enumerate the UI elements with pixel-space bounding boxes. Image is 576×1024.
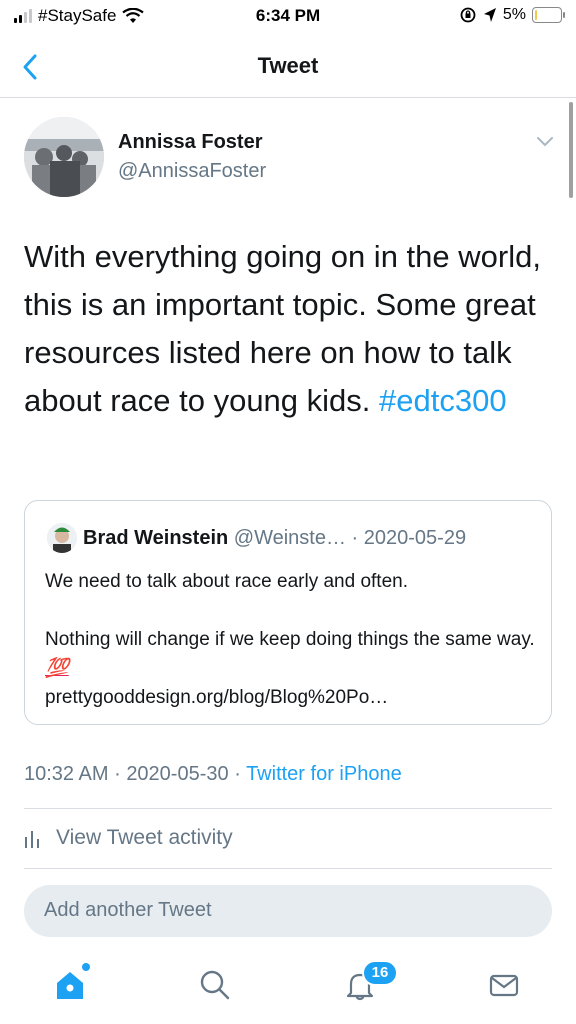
orientation-lock-icon <box>460 7 476 23</box>
quoted-avatar-photo <box>47 523 77 553</box>
battery-icon <box>532 7 565 23</box>
tweet-meta: 10:32 AM · 2020-05-30 · Twitter for iPho… <box>24 763 402 786</box>
divider <box>24 868 552 869</box>
view-activity-button[interactable]: View Tweet activity <box>24 826 233 850</box>
view-activity-label: View Tweet activity <box>56 826 233 849</box>
status-bar: #StaySafe 6:34 PM 5% <box>0 0 576 34</box>
tab-messages[interactable] <box>484 965 524 1005</box>
quoted-date: 2020-05-29 <box>363 527 467 549</box>
meta-separator-2: · <box>234 763 241 785</box>
avatar-photo <box>24 117 104 197</box>
tab-home[interactable] <box>50 965 90 1005</box>
author-handle[interactable]: @AnnissaFoster <box>118 160 266 183</box>
quoted-avatar <box>47 523 77 553</box>
quoted-author-handle: @Weinste… <box>233 527 346 549</box>
search-icon <box>200 970 230 1000</box>
battery-percent: 5% <box>502 6 526 23</box>
location-arrow-icon <box>483 8 496 22</box>
quoted-line-2: Nothing will change if we keep doing thi… <box>45 629 535 650</box>
quoted-tweet[interactable]: Brad Weinstein @Weinste… · 2020-05-29 We… <box>24 500 552 725</box>
quoted-line-1: We need to talk about race early and oft… <box>45 571 408 592</box>
battery-fill <box>535 10 537 20</box>
chevron-down-icon[interactable] <box>536 136 554 148</box>
tweet-date: 2020-05-30 <box>126 763 229 785</box>
reply-input[interactable]: Add another Tweet <box>24 885 552 937</box>
mail-icon <box>489 974 519 997</box>
notification-badge: 16 <box>362 960 398 986</box>
quoted-line-2-wrap: Nothing will change if we keep doing thi… <box>45 625 535 683</box>
quoted-separator: · <box>351 527 359 549</box>
quoted-author-name: Brad Weinstein <box>83 527 229 549</box>
bar-chart-icon <box>25 831 39 848</box>
home-icon <box>57 972 83 999</box>
avatar[interactable] <box>24 117 104 197</box>
status-right: 5% <box>459 6 565 24</box>
tweet-source-link[interactable]: Twitter for iPhone <box>246 763 402 785</box>
home-unread-dot <box>82 963 90 971</box>
tweet-time: 10:32 AM <box>24 763 109 785</box>
page-title: Tweet <box>257 53 319 78</box>
scroll-indicator <box>569 102 573 198</box>
quoted-text: We need to talk about race early and oft… <box>45 567 535 712</box>
reply-placeholder: Add another Tweet <box>44 899 212 921</box>
hashtag-link[interactable]: #edtc300 <box>379 383 507 418</box>
tab-search[interactable] <box>195 965 235 1005</box>
meta-separator-1: · <box>114 763 121 785</box>
author-name[interactable]: Annissa Foster <box>118 131 262 154</box>
quoted-header: Brad Weinstein @Weinste… · 2020-05-29 <box>83 527 466 550</box>
tweet-text: With everything going on in the world, t… <box>24 233 554 425</box>
divider <box>24 808 552 809</box>
nav-bar: Tweet <box>0 36 576 98</box>
hundred-emoji-icon: 💯 <box>45 658 69 679</box>
quoted-link[interactable]: prettygooddesign.org/blog/Blog%20Po… <box>45 683 535 712</box>
